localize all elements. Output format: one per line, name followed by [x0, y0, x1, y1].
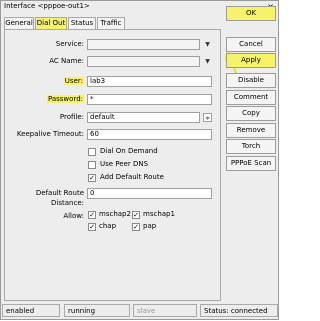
- interface-window: Interface <pppoe-out1> × General Dial Ou…: [0, 0, 279, 320]
- apply-button[interactable]: Apply: [226, 53, 276, 68]
- remove-button[interactable]: Remove: [226, 123, 276, 138]
- ok-button[interactable]: OK: [226, 6, 276, 21]
- comment-button[interactable]: Comment: [226, 90, 276, 105]
- disable-button[interactable]: Disable: [226, 73, 276, 88]
- status-enabled: enabled: [2, 304, 60, 317]
- copy-button[interactable]: Copy: [226, 106, 276, 121]
- cancel-button[interactable]: Cancel: [226, 37, 276, 52]
- torch-button[interactable]: Torch: [226, 139, 276, 154]
- status-connection: Status: connected: [200, 304, 278, 317]
- pppoe-scan-button[interactable]: PPPoE Scan: [226, 156, 276, 171]
- status-running: running: [64, 304, 130, 317]
- status-slave: slave: [133, 304, 197, 317]
- status-bar: enabled running slave Status: connected: [2, 304, 278, 318]
